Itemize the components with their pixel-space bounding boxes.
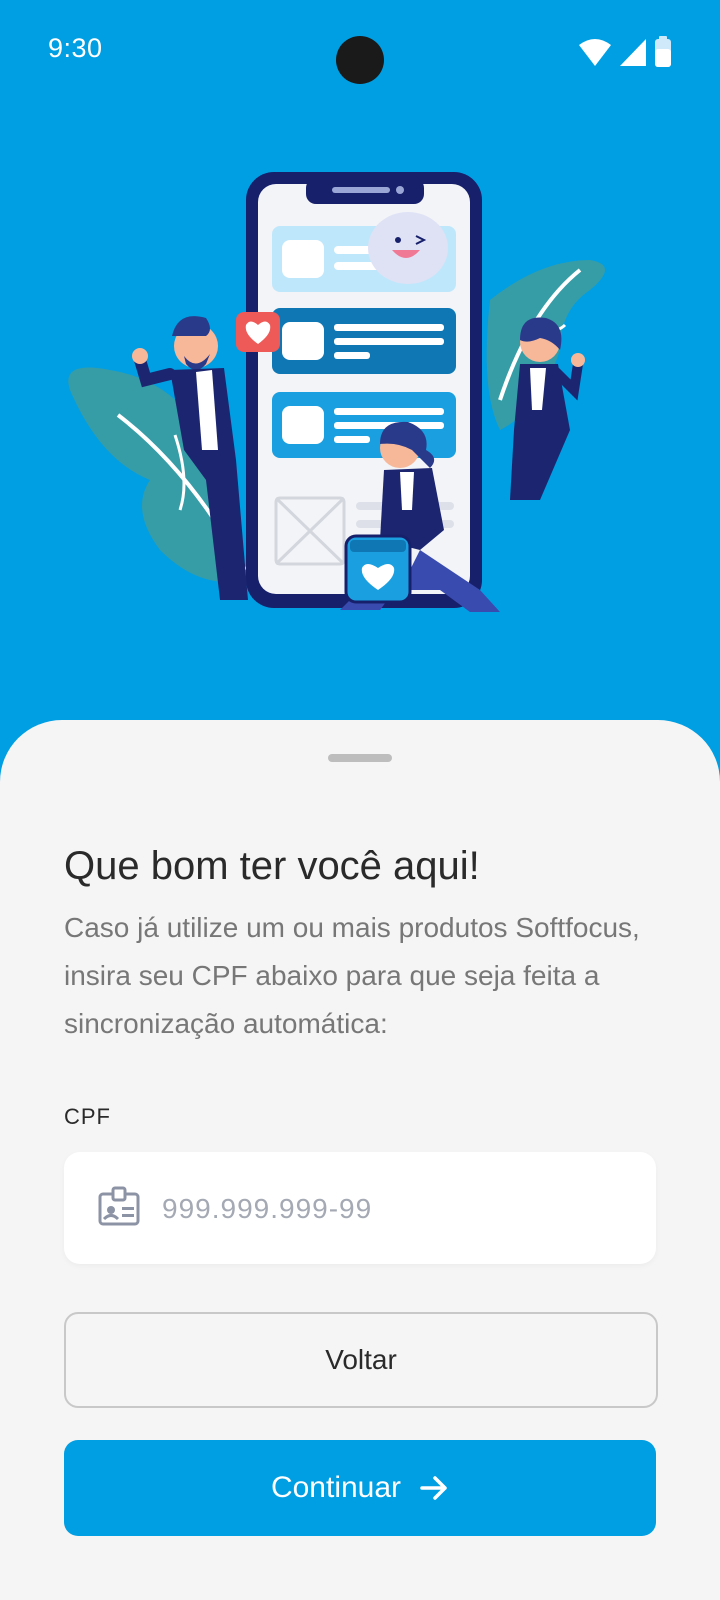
page-description: Caso já utilize um ou mais produtos Soft… xyxy=(64,912,640,1039)
bottom-sheet: Que bom ter você aqui! Caso já utilize u… xyxy=(0,720,720,1600)
cpf-label: CPF xyxy=(64,1104,111,1129)
back-button-label: Voltar xyxy=(325,1344,397,1375)
status-time: 9:30 xyxy=(48,33,103,63)
continue-button-label: Continuar xyxy=(270,1471,402,1504)
cpf-input[interactable] xyxy=(160,1152,634,1266)
battery-icon xyxy=(655,36,671,67)
people-with-smartphone-illustration xyxy=(68,172,605,612)
status-bar: 9:30 xyxy=(0,0,720,100)
status-icons xyxy=(578,36,672,68)
wifi-icon xyxy=(579,39,611,66)
continue-button[interactable]: Continuar xyxy=(64,1440,656,1536)
sheet-drag-handle[interactable] xyxy=(328,754,392,762)
cellular-signal-icon xyxy=(620,39,646,66)
back-button[interactable]: Voltar xyxy=(64,1312,658,1408)
arrow-right-icon xyxy=(420,1476,447,1500)
page-title: Que bom ter você aqui! xyxy=(64,844,480,888)
camera-cutout xyxy=(336,36,384,84)
cpf-field[interactable] xyxy=(64,1152,656,1266)
id-card-icon xyxy=(98,1186,140,1226)
